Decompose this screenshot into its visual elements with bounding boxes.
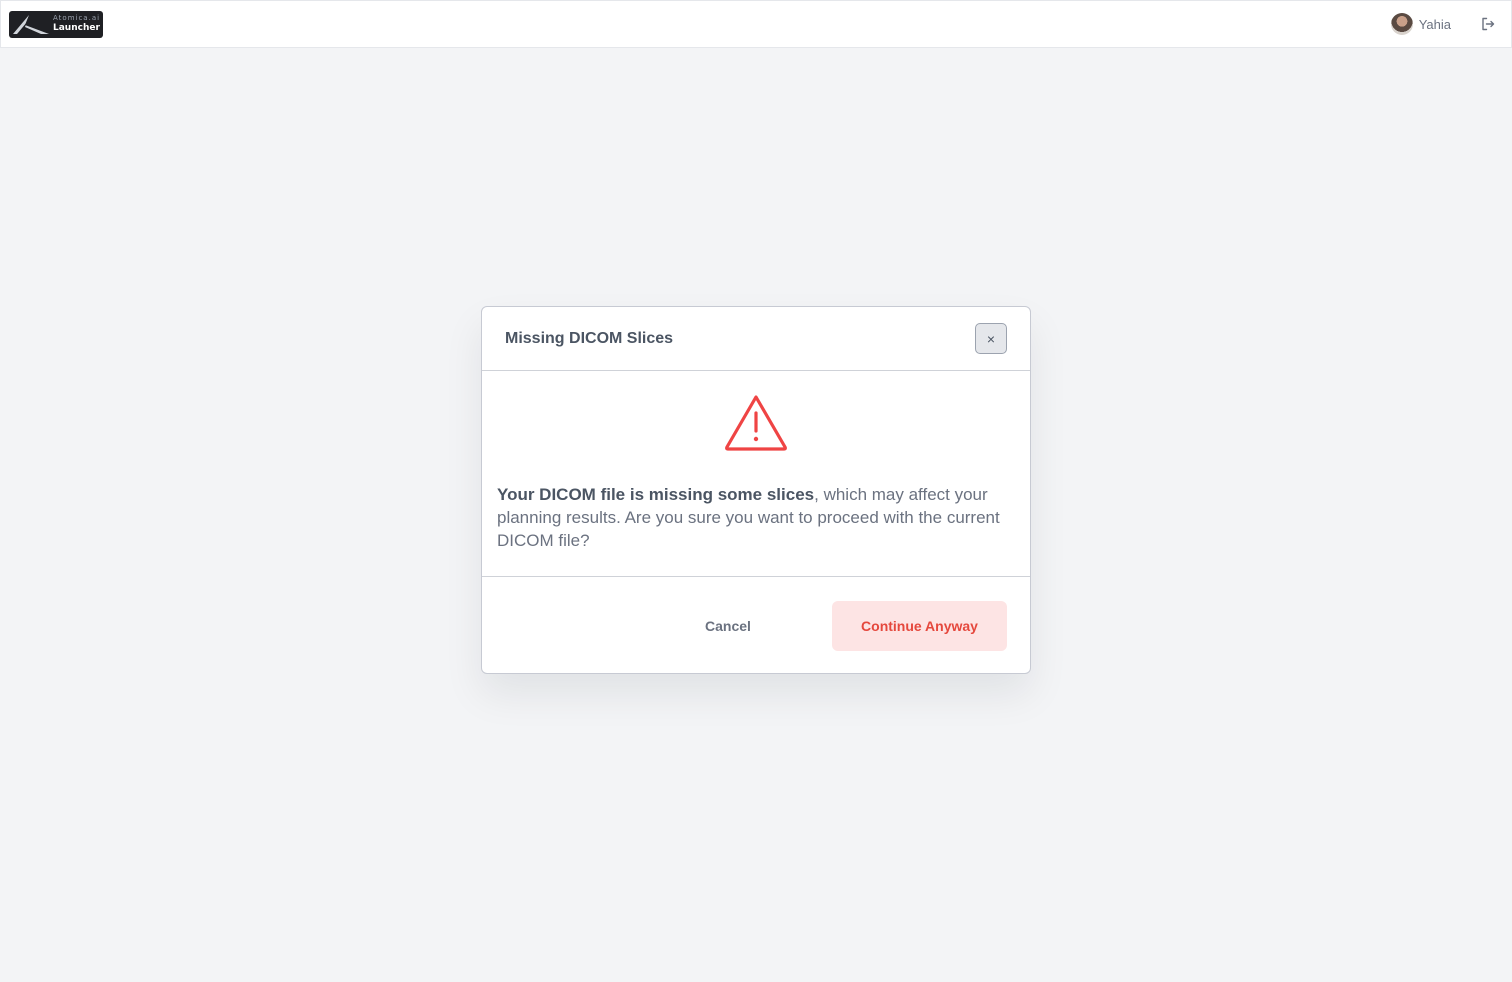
top-navbar: Atomica.ai Launcher Yahia: [0, 0, 1512, 48]
close-button[interactable]: ×: [975, 323, 1007, 354]
dialog-body: Your DICOM file is missing some slices, …: [482, 371, 1030, 577]
continue-anyway-button[interactable]: Continue Anyway: [832, 601, 1007, 651]
missing-slices-dialog: Missing DICOM Slices × Your DICOM file i…: [481, 306, 1031, 674]
warning-triangle-icon: [725, 395, 787, 451]
logo-mark-icon: [13, 14, 49, 34]
message-emphasis: Your DICOM file is missing some slices: [497, 485, 815, 504]
logo-brand-text: Atomica.ai: [53, 13, 101, 22]
logout-icon[interactable]: [1479, 15, 1497, 33]
app-logo[interactable]: Atomica.ai Launcher: [9, 10, 103, 38]
dialog-title: Missing DICOM Slices: [505, 329, 674, 347]
dialog-message: Your DICOM file is missing some slices, …: [497, 483, 1015, 552]
dialog-footer: Cancel Continue Anyway: [482, 577, 1030, 673]
cancel-button[interactable]: Cancel: [676, 601, 780, 651]
avatar[interactable]: [1390, 13, 1413, 35]
dialog-header: Missing DICOM Slices ×: [482, 307, 1030, 371]
user-menu: Yahia: [1390, 13, 1497, 35]
close-icon: ×: [986, 330, 996, 347]
logo-product-text: Launcher: [53, 22, 100, 33]
username[interactable]: Yahia: [1419, 17, 1451, 32]
